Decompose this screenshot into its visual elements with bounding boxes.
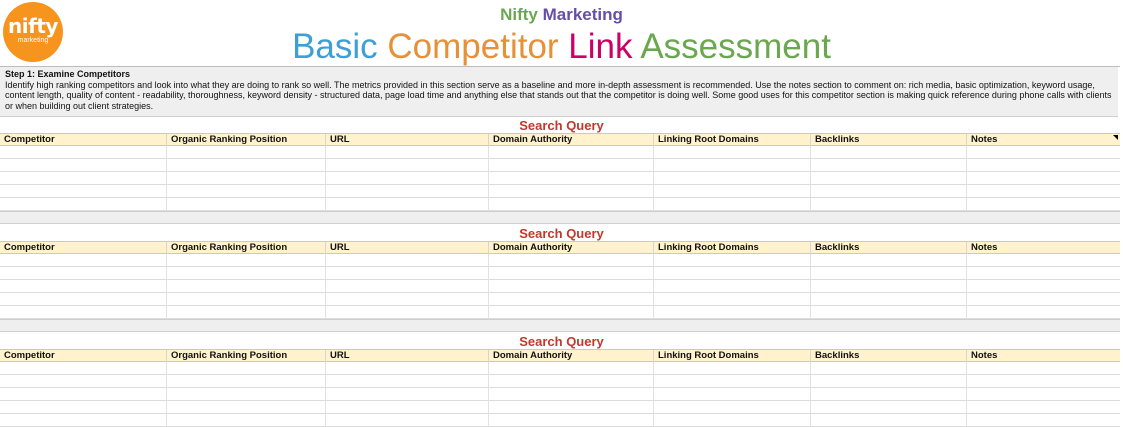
column-divider (166, 254, 167, 319)
col-linking-root-domains[interactable]: Linking Root Domains (653, 350, 810, 362)
table-row[interactable] (0, 185, 1120, 198)
data-rows (0, 362, 1120, 427)
brand-word-2: Marketing (542, 5, 623, 24)
column-divider (653, 362, 654, 427)
column-divider (966, 146, 967, 211)
column-header-row: Competitor Organic Ranking Position URL … (0, 133, 1120, 146)
col-notes[interactable]: Notes (966, 242, 1120, 254)
table-row[interactable] (0, 198, 1120, 211)
title-word-2: Competitor (387, 27, 559, 66)
col-organic-ranking[interactable]: Organic Ranking Position (166, 242, 325, 254)
column-divider (325, 254, 326, 319)
data-rows (0, 146, 1120, 211)
search-query-label[interactable]: Search Query (0, 334, 1123, 349)
column-divider (966, 254, 967, 319)
title-word-1: Basic (292, 27, 378, 66)
col-domain-authority[interactable]: Domain Authority (488, 134, 653, 146)
col-backlinks[interactable]: Backlinks (810, 350, 966, 362)
table-row[interactable] (0, 306, 1120, 319)
column-divider (166, 362, 167, 427)
brand-word-1: Nifty (500, 5, 538, 24)
instructions-heading: Step 1: Examine Competitors (5, 69, 131, 79)
column-divider (488, 146, 489, 211)
col-domain-authority[interactable]: Domain Authority (488, 242, 653, 254)
col-backlinks[interactable]: Backlinks (810, 242, 966, 254)
col-url[interactable]: URL (325, 134, 488, 146)
table-row[interactable] (0, 280, 1120, 293)
col-url[interactable]: URL (325, 242, 488, 254)
column-divider (325, 146, 326, 211)
column-divider (166, 146, 167, 211)
col-competitor[interactable]: Competitor (0, 134, 166, 146)
table-row[interactable] (0, 172, 1120, 185)
col-organic-ranking[interactable]: Organic Ranking Position (166, 134, 325, 146)
spreadsheet: nifty marketing Nifty Marketing Basic Co… (0, 0, 1123, 427)
table-row[interactable] (0, 254, 1120, 267)
data-rows (0, 254, 1120, 319)
brand-name: Nifty Marketing (0, 5, 1123, 25)
col-organic-ranking[interactable]: Organic Ranking Position (166, 350, 325, 362)
col-notes[interactable]: Notes (966, 134, 1120, 146)
table-row[interactable] (0, 267, 1120, 280)
column-divider (488, 254, 489, 319)
page-title: Basic Competitor Link Assessment (0, 27, 1123, 67)
col-competitor[interactable]: Competitor (0, 350, 166, 362)
col-domain-authority[interactable]: Domain Authority (488, 350, 653, 362)
col-notes[interactable]: Notes (966, 350, 1120, 362)
title-word-4: Assessment (640, 27, 831, 66)
sheet-header: nifty marketing Nifty Marketing Basic Co… (0, 0, 1120, 67)
instructions-cell[interactable]: Step 1: Examine Competitors Identify hig… (0, 67, 1118, 117)
search-query-label[interactable]: Search Query (0, 226, 1123, 241)
separator-row (0, 319, 1120, 332)
table-row[interactable] (0, 146, 1120, 159)
column-divider (325, 362, 326, 427)
column-divider (653, 146, 654, 211)
col-linking-root-domains[interactable]: Linking Root Domains (653, 134, 810, 146)
search-query-label[interactable]: Search Query (0, 118, 1123, 133)
table-row[interactable] (0, 388, 1120, 401)
table-row[interactable] (0, 375, 1120, 388)
col-competitor[interactable]: Competitor (0, 242, 166, 254)
table-row[interactable] (0, 362, 1120, 375)
column-divider (966, 362, 967, 427)
column-divider (488, 362, 489, 427)
instructions-body: Identify high ranking competitors and lo… (5, 79, 1112, 111)
column-divider (810, 146, 811, 211)
title-word-3: Link (568, 27, 633, 66)
column-divider (810, 254, 811, 319)
table-row[interactable] (0, 401, 1120, 414)
col-linking-root-domains[interactable]: Linking Root Domains (653, 242, 810, 254)
column-divider (810, 362, 811, 427)
table-row[interactable] (0, 293, 1120, 306)
column-header-row: Competitor Organic Ranking Position URL … (0, 241, 1120, 254)
col-url[interactable]: URL (325, 350, 488, 362)
comment-indicator-icon[interactable] (1113, 135, 1118, 140)
table-row[interactable] (0, 414, 1120, 427)
column-header-row: Competitor Organic Ranking Position URL … (0, 349, 1120, 362)
col-backlinks[interactable]: Backlinks (810, 134, 966, 146)
column-divider (653, 254, 654, 319)
separator-row (0, 211, 1120, 224)
table-row[interactable] (0, 159, 1120, 172)
